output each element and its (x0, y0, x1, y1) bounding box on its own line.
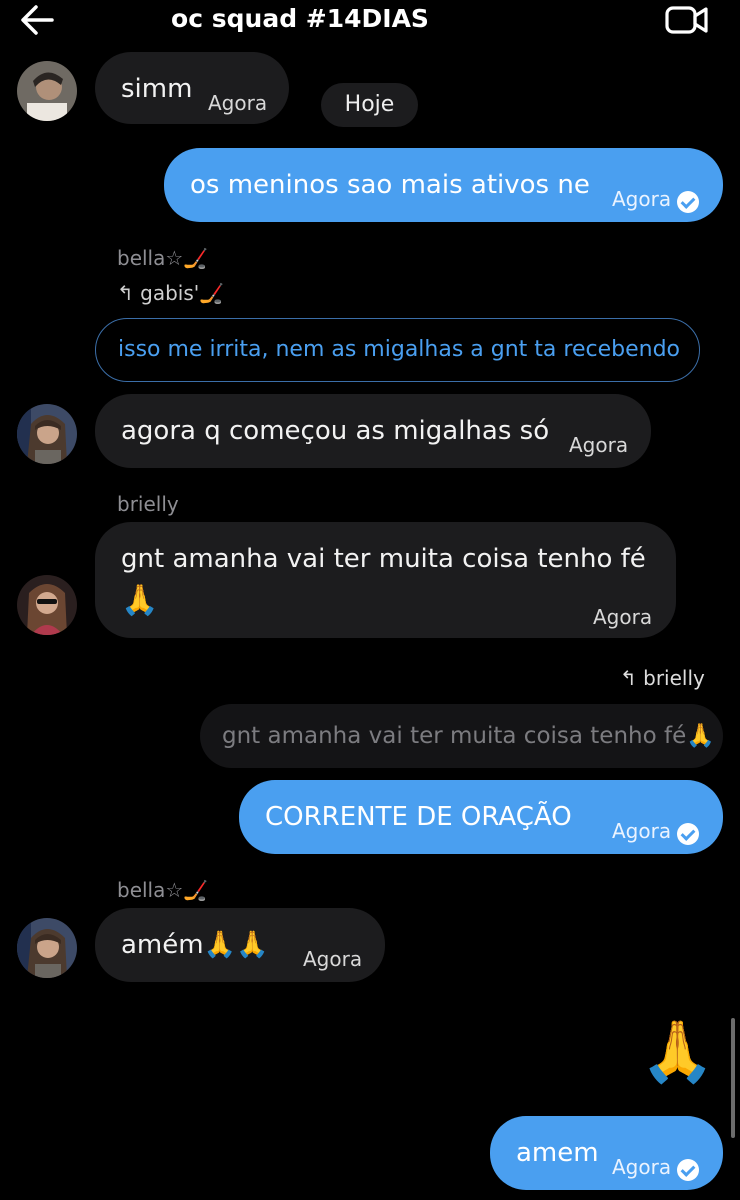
reply-arrow-icon: ↰ (620, 666, 637, 690)
quoted-message[interactable]: gnt amanha vai ter muita coisa tenho fé🙏 (200, 704, 723, 768)
date-separator: Hoje (321, 83, 418, 127)
chat-title: oc squad #14DIAS (171, 4, 429, 33)
message-bubble[interactable]: agora q começou as migalhas só Agora (95, 394, 651, 468)
sender-name: bella☆🏒 (117, 878, 209, 902)
message-text: os meninos sao mais ativos ne (190, 170, 590, 200)
scrollbar[interactable] (731, 1018, 735, 1138)
message-time: Agora (612, 819, 672, 843)
message-bubble-outgoing[interactable]: amem Agora (490, 1116, 723, 1190)
message-bubble-outgoing[interactable]: os meninos sao mais ativos ne Agora (164, 148, 723, 222)
message-text: gnt amanha vai ter muita coisa tenho fé (121, 544, 646, 574)
message-text: agora q começou as migalhas só (121, 416, 550, 446)
message-time: Agora (612, 187, 672, 211)
praying-hands-emoji: 🙏 (121, 583, 159, 618)
video-call-button[interactable] (664, 4, 710, 36)
quoted-message[interactable]: isso me irrita, nem as migalhas a gnt ta… (95, 318, 700, 382)
sent-check-icon (677, 190, 699, 213)
sender-name: bella☆🏒 (117, 246, 209, 270)
avatar[interactable] (17, 918, 77, 978)
message-text: amém🙏🙏 (121, 930, 269, 960)
message-time: Agora (612, 1155, 672, 1179)
avatar[interactable] (17, 575, 77, 635)
message-bubble[interactable]: gnt amanha vai ter muita coisa tenho fé … (95, 522, 676, 638)
reply-reference: ↰ brielly (620, 666, 705, 690)
sent-check-icon (677, 1158, 699, 1181)
message-bubble-outgoing[interactable]: CORRENTE DE ORAÇÃO Agora (239, 780, 723, 854)
message-bubble[interactable]: amém🙏🙏 Agora (95, 908, 385, 982)
sent-check-icon (677, 822, 699, 845)
message-time: Agora (593, 605, 653, 629)
reply-arrow-icon: ↰ (117, 281, 134, 305)
message-time: Agora (208, 91, 268, 115)
avatar[interactable] (17, 61, 77, 121)
message-time: Agora (303, 947, 363, 971)
message-text: simm (121, 74, 193, 104)
avatar[interactable] (17, 404, 77, 464)
reply-reference: ↰ gabis'🏒 (117, 281, 225, 305)
message-bubble[interactable]: simm Agora (95, 52, 289, 124)
message-time: Agora (569, 433, 629, 457)
sender-name: brielly (117, 492, 179, 516)
message-text: CORRENTE DE ORAÇÃO (265, 802, 572, 832)
message-text: amem (516, 1138, 599, 1168)
video-camera-icon (665, 6, 708, 34)
praying-hands-emoji[interactable]: 🙏 (640, 1012, 715, 1092)
